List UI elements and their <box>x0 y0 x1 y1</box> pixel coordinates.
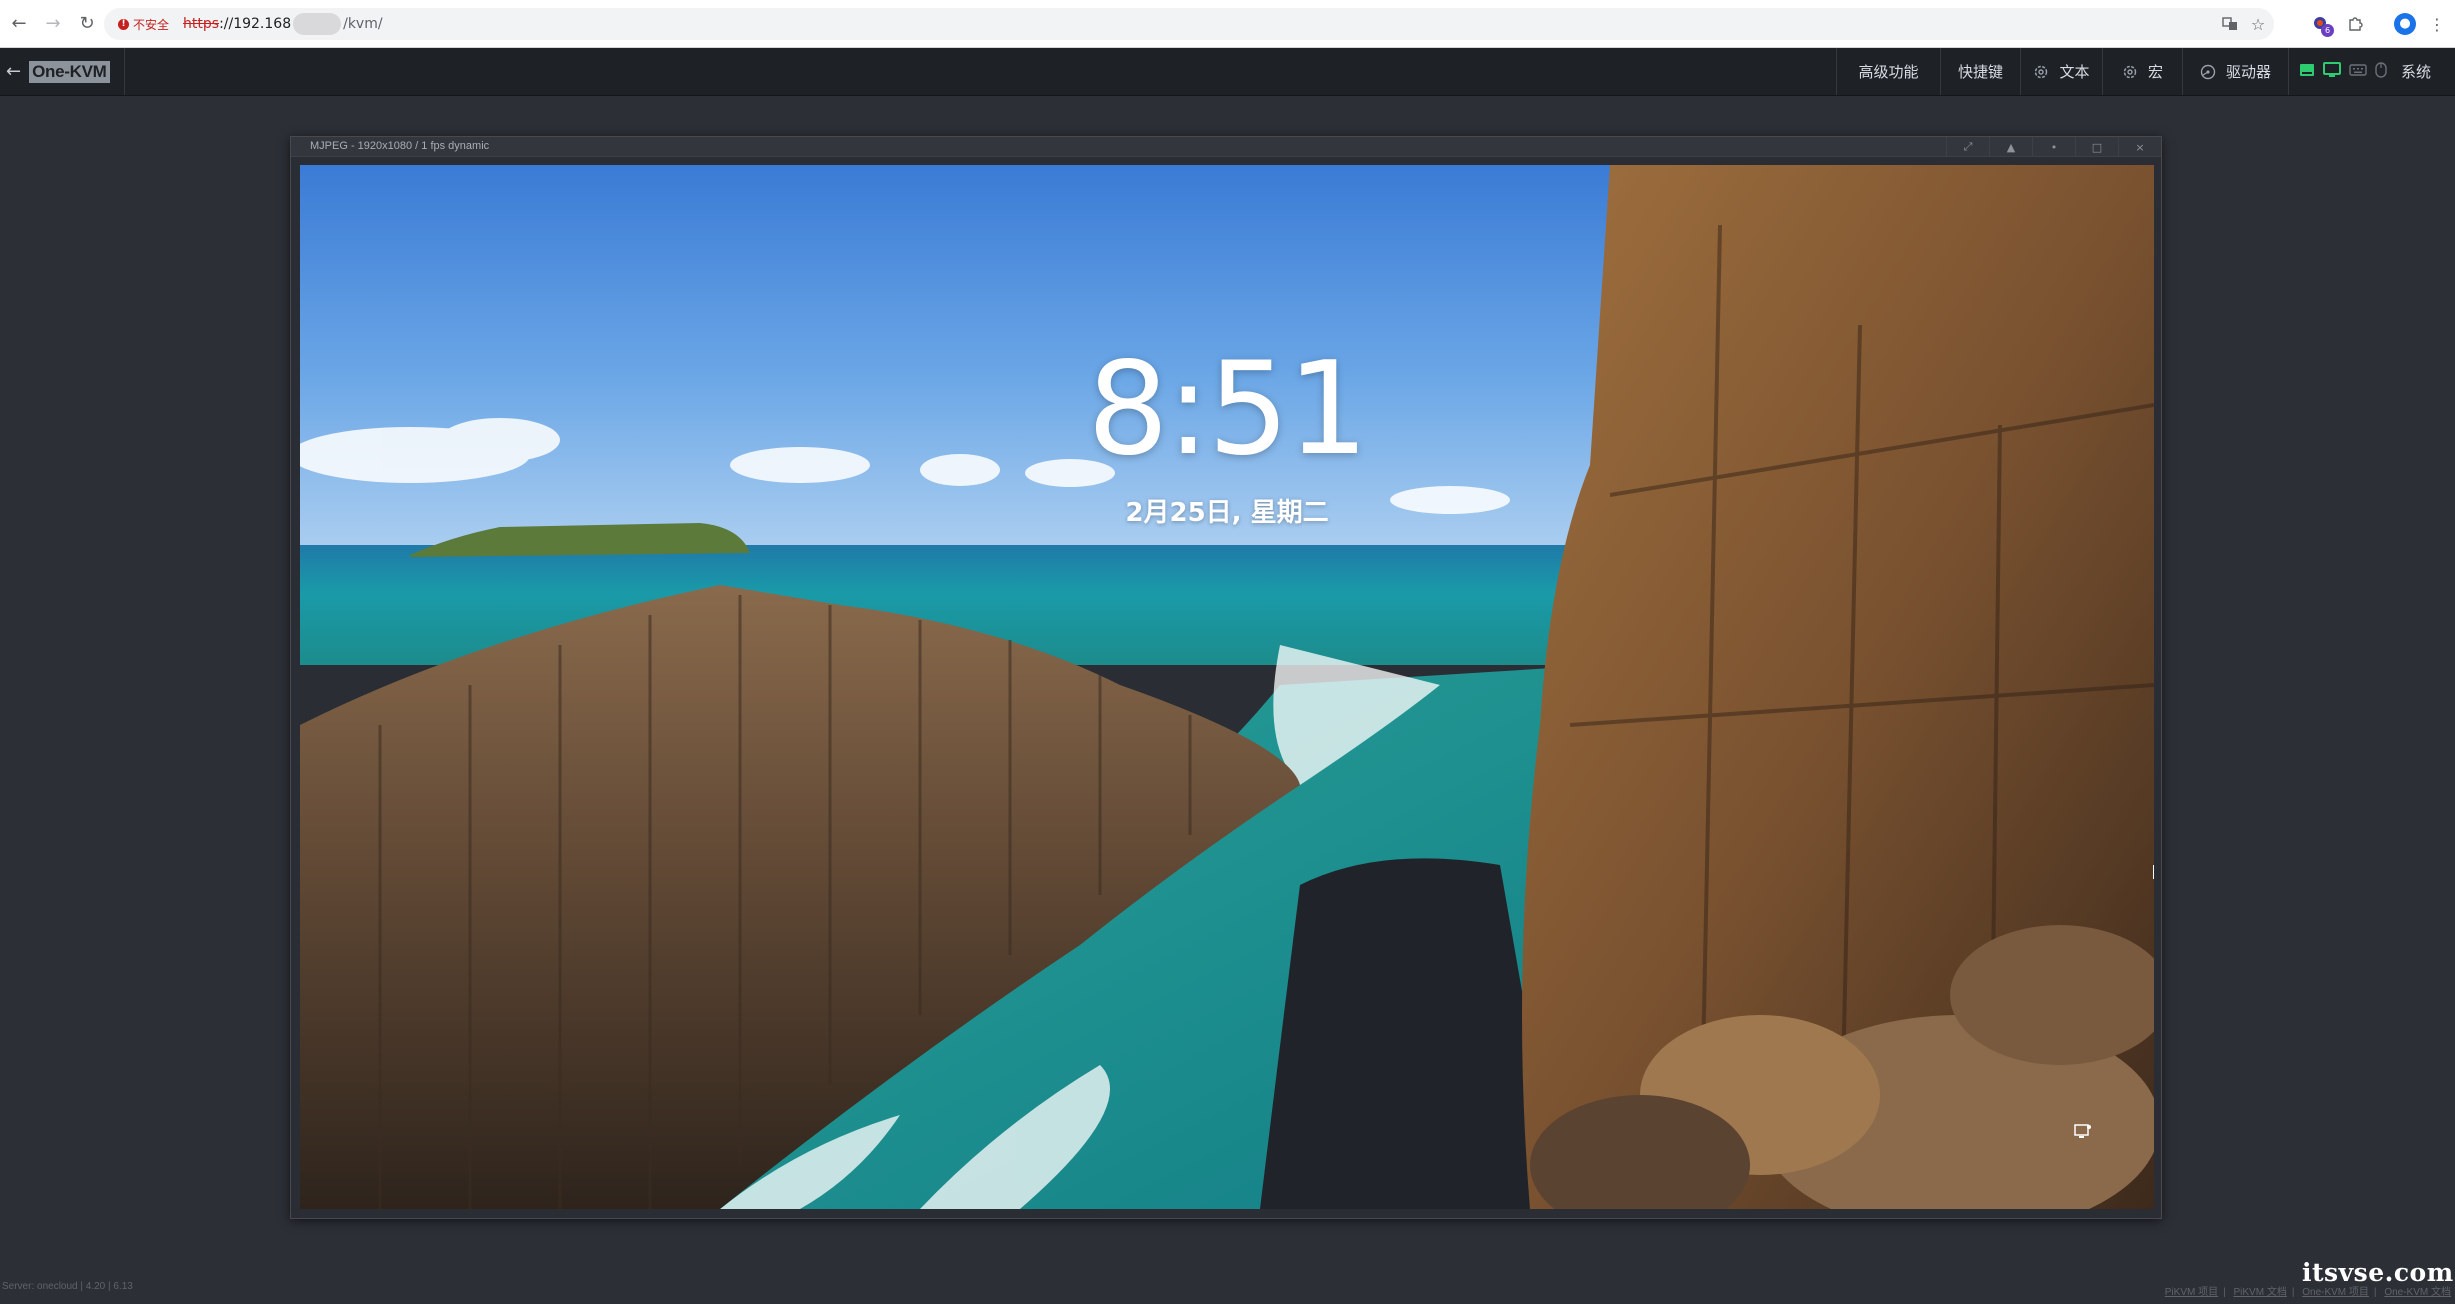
screenshot-icon[interactable]: ▲ <box>1989 137 2032 157</box>
server-info: Server: onecloud | 4.20 | 6.13 <box>2 1281 133 1292</box>
monitor-status-icon <box>2323 61 2341 82</box>
translate-icon[interactable] <box>2216 8 2244 40</box>
menu-system-label: 系统 <box>2401 63 2432 81</box>
dot-icon[interactable]: • <box>2032 137 2075 157</box>
menu-text[interactable]: 文本 <box>2020 48 2102 95</box>
mouse-status-icon <box>2375 61 2387 82</box>
extensions-puzzle-icon[interactable] <box>2340 9 2370 39</box>
menu-advanced-label: 高级功能 <box>1858 63 1919 81</box>
fullscreen-icon[interactable]: ⤢ <box>1946 137 1989 157</box>
browser-toolbar: ← → ↻ ! 不安全 https ://192.168 /kvm/ ☆ 6 ●… <box>0 0 2455 48</box>
profile-avatar-icon[interactable]: ● <box>2390 9 2420 39</box>
watermark: itsvse.com <box>2302 1258 2454 1287</box>
menu-macro[interactable]: 宏 <box>2102 48 2182 95</box>
keyboard-status-icon <box>2349 63 2367 81</box>
gear-icon <box>2033 64 2049 80</box>
security-label: 不安全 <box>133 17 170 32</box>
security-indicator[interactable]: ! 不安全 <box>118 16 169 33</box>
extension-badge: 6 <box>2321 24 2334 37</box>
maximize-icon[interactable]: □ <box>2075 137 2118 157</box>
url-path: /kvm/ <box>343 16 383 32</box>
reload-icon[interactable]: ↻ <box>72 9 102 39</box>
back-arrow-icon: ← <box>6 61 22 82</box>
forward-arrow-icon[interactable]: → <box>38 9 68 39</box>
remote-screen[interactable]: 8:51 2月25日, 星期二 <box>300 165 2154 1209</box>
one-kvm-logo: One-KVM <box>29 60 110 83</box>
back-arrow-icon[interactable]: ← <box>4 9 34 39</box>
footer-link-pikvm-docs[interactable]: PiKVM 文档 <box>2234 1287 2287 1298</box>
menu-drive[interactable]: 驱动器 <box>2182 48 2288 95</box>
menu-shortcuts[interactable]: 快捷键 <box>1940 48 2020 95</box>
kebab-menu-icon[interactable]: ⋮ <box>2422 9 2452 39</box>
mouse-cursor <box>2153 865 2154 879</box>
lock-screen-wallpaper <box>300 165 2154 1209</box>
menu-shortcuts-label: 快捷键 <box>1957 63 2003 81</box>
close-icon[interactable]: × <box>2118 137 2161 157</box>
menu-drive-label: 驱动器 <box>2225 63 2271 81</box>
extension-icon[interactable]: 6 <box>2306 9 2336 39</box>
stream-window-header[interactable]: MJPEG - 1920x1080 / 1 fps dynamic ⤢ ▲ • … <box>291 137 2161 157</box>
menu-macro-label: 宏 <box>2147 63 2163 81</box>
address-bar[interactable]: ! 不安全 https ://192.168 /kvm/ ☆ <box>104 8 2274 40</box>
network-icon <box>2073 1123 2093 1141</box>
stream-window[interactable]: MJPEG - 1920x1080 / 1 fps dynamic ⤢ ▲ • … <box>290 136 2162 1219</box>
kvm-navbar: ← One-KVM 高级功能 快捷键 文本 宏 驱动器 系统 <box>0 48 2455 96</box>
bookmark-star-icon[interactable]: ☆ <box>2244 8 2272 40</box>
menu-text-label: 文本 <box>2059 63 2090 81</box>
disk-icon <box>2200 64 2216 80</box>
footer-link-pikvm-project[interactable]: PiKVM 项目 <box>2165 1287 2218 1298</box>
stream-info-label: MJPEG - 1920x1080 / 1 fps dynamic <box>310 140 490 152</box>
hid-status-icon <box>2299 62 2315 82</box>
menu-system[interactable]: 系统 <box>2288 48 2455 95</box>
footer-link-onekvm-project[interactable]: One-KVM 项目 <box>2302 1287 2369 1298</box>
footer-link-onekvm-docs[interactable]: One-KVM 文档 <box>2384 1287 2451 1298</box>
lock-screen-clock: 8:51 <box>1087 335 1368 484</box>
url-protocol: https <box>183 16 220 32</box>
menu-advanced[interactable]: 高级功能 <box>1836 48 1940 95</box>
url-host: ://192.168 <box>219 16 292 32</box>
lock-screen-date: 2月25日, 星期二 <box>1125 498 1329 528</box>
avatar: ● <box>2394 13 2416 35</box>
url-redacted-region <box>293 13 342 35</box>
gear-icon <box>2122 64 2138 80</box>
back-to-home-link[interactable]: ← One-KVM <box>0 48 125 95</box>
warning-icon: ! <box>118 18 129 30</box>
